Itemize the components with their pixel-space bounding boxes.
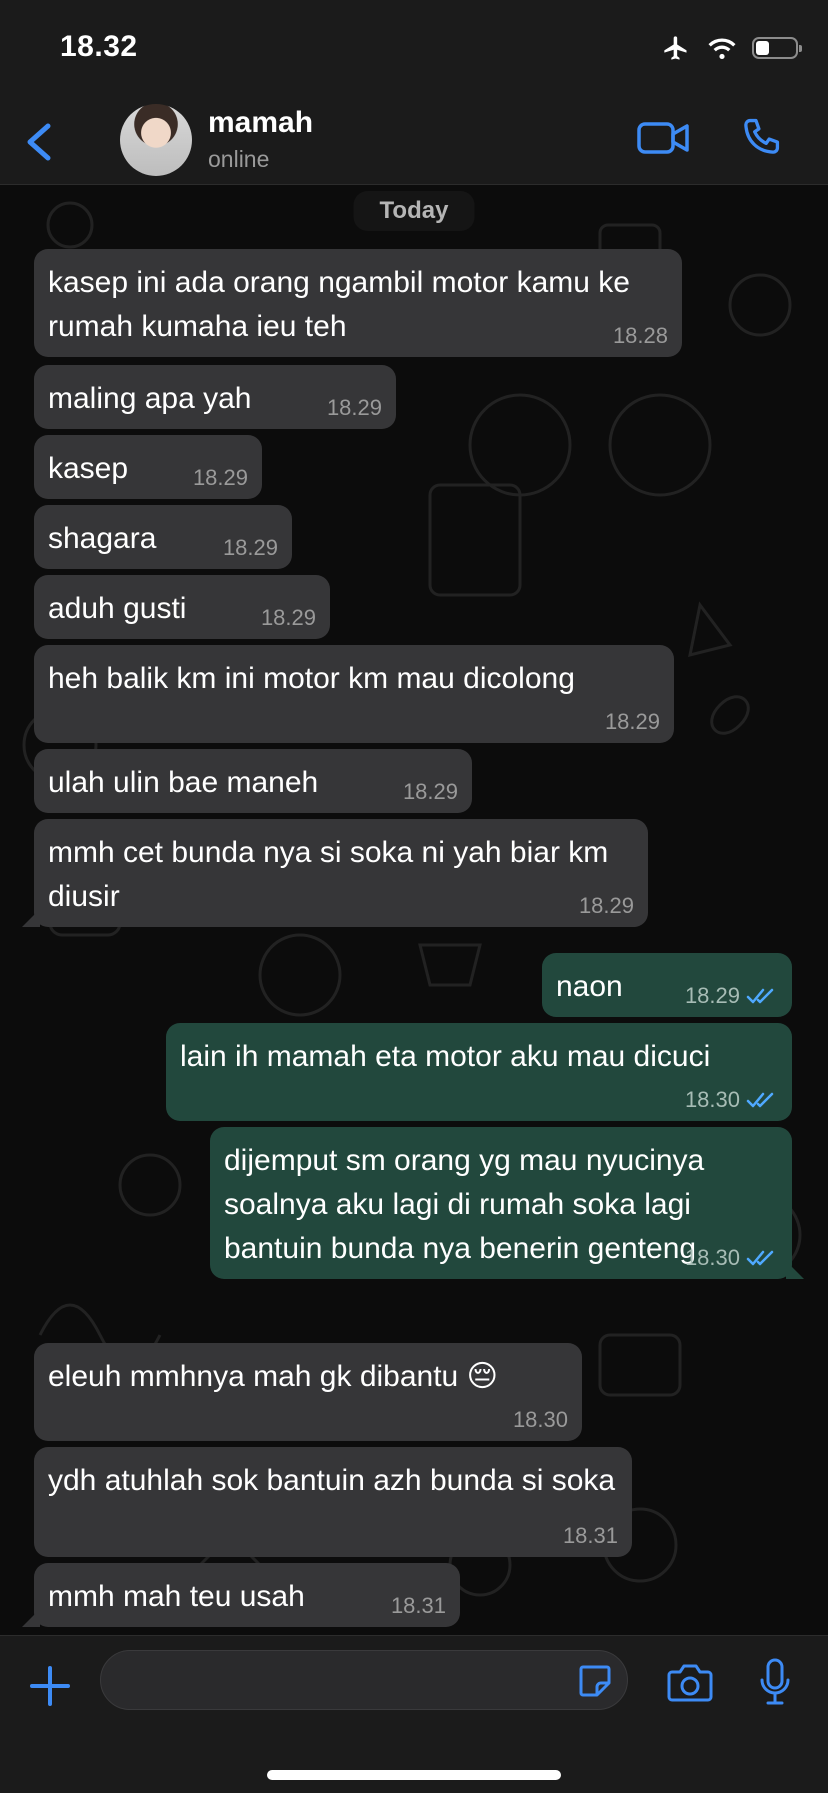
day-separator: Today — [353, 191, 475, 231]
message-time: 18.29 — [604, 709, 660, 734]
message-incoming[interactable]: ulah ulin bae maneh 18.29 — [34, 749, 472, 813]
status-time: 18.32 — [60, 30, 138, 63]
video-camera-icon[interactable] — [636, 118, 690, 158]
status-bar: 18.32 — [0, 0, 828, 100]
message-time: 18.30 — [512, 1407, 568, 1432]
message-time: 18.31 — [390, 1593, 446, 1618]
message-time: 18.29 — [222, 535, 278, 560]
message-text: dijemput sm orang yg mau nyucinya soalny… — [224, 1144, 705, 1265]
composer-bar — [0, 1635, 828, 1793]
message-incoming[interactable]: aduh gusti 18.29 — [34, 575, 330, 639]
read-receipt-icon — [746, 988, 774, 1004]
message-incoming[interactable]: mmh cet bunda nya si soka ni yah biar km… — [34, 819, 648, 927]
contact-name[interactable]: mamah — [208, 106, 313, 140]
message-text: ydh atuhlah sok bantuin azh bunda si sok… — [48, 1464, 616, 1497]
chat-header: mamah online — [0, 100, 828, 185]
message-text: ulah ulin bae maneh — [48, 766, 319, 799]
message-text: heh balik km ini motor km mau dicolong — [48, 662, 575, 695]
message-incoming[interactable]: mmh mah teu usah 18.31 — [34, 1563, 460, 1627]
message-text: naon — [556, 970, 623, 1003]
message-time: 18.29 — [326, 395, 382, 420]
message-input[interactable] — [100, 1650, 628, 1710]
message-text: eleuh mmhnya mah gk dibantu 😔 — [48, 1360, 498, 1393]
read-receipt-icon — [746, 1092, 774, 1108]
message-text: aduh gusti — [48, 592, 187, 625]
message-outgoing[interactable]: naon 18.29 — [542, 953, 792, 1017]
message-incoming[interactable]: heh balik km ini motor km mau dicolong 1… — [34, 645, 674, 743]
home-indicator — [267, 1770, 561, 1780]
airplane-mode-icon — [664, 36, 687, 60]
status-icons — [660, 34, 802, 62]
message-time: 18.30 — [684, 1087, 740, 1112]
message-time: 18.29 — [684, 983, 740, 1008]
message-text: kasep ini ada orang ngambil motor kamu k… — [48, 266, 630, 343]
message-time: 18.29 — [402, 779, 458, 804]
message-incoming[interactable]: ydh atuhlah sok bantuin azh bunda si sok… — [34, 1447, 632, 1557]
message-text: kasep — [48, 452, 129, 485]
message-time: 18.29 — [578, 893, 634, 918]
message-incoming[interactable]: kasep 18.29 — [34, 435, 262, 499]
message-text: lain ih mamah eta motor aku mau dicuci — [180, 1040, 711, 1073]
message-time: 18.31 — [562, 1523, 618, 1548]
message-time: 18.29 — [260, 605, 316, 630]
message-outgoing[interactable]: dijemput sm orang yg mau nyucinya soalny… — [210, 1127, 792, 1279]
read-receipt-icon — [746, 1250, 774, 1266]
message-text: mmh mah teu usah — [48, 1580, 305, 1613]
message-incoming[interactable]: kasep ini ada orang ngambil motor kamu k… — [34, 249, 682, 357]
message-time: 18.30 — [684, 1245, 740, 1270]
message-outgoing[interactable]: lain ih mamah eta motor aku mau dicuci 1… — [166, 1023, 792, 1121]
avatar[interactable] — [120, 104, 192, 176]
wifi-icon — [708, 38, 736, 60]
message-incoming[interactable]: eleuh mmhnya mah gk dibantu 😔 18.30 — [34, 1343, 582, 1441]
message-incoming[interactable]: maling apa yah 18.29 — [34, 365, 396, 429]
battery-icon — [752, 37, 802, 59]
message-text: maling apa yah — [48, 382, 252, 415]
phone-icon[interactable] — [738, 116, 782, 160]
message-text: shagara — [48, 522, 157, 555]
camera-icon[interactable] — [666, 1662, 714, 1704]
microphone-icon[interactable] — [758, 1658, 792, 1706]
message-text: mmh cet bunda nya si soka ni yah biar km… — [48, 836, 609, 913]
message-time: 18.29 — [192, 465, 248, 490]
chevron-left-icon[interactable] — [20, 118, 60, 166]
contact-status: online — [208, 146, 270, 172]
chat-area[interactable]: Today kasep ini ada orang ngambil motor … — [0, 185, 828, 1635]
message-time: 18.28 — [612, 323, 668, 348]
message-incoming[interactable]: shagara 18.29 — [34, 505, 292, 569]
plus-icon[interactable] — [28, 1664, 72, 1708]
sticker-icon[interactable] — [577, 1663, 613, 1699]
